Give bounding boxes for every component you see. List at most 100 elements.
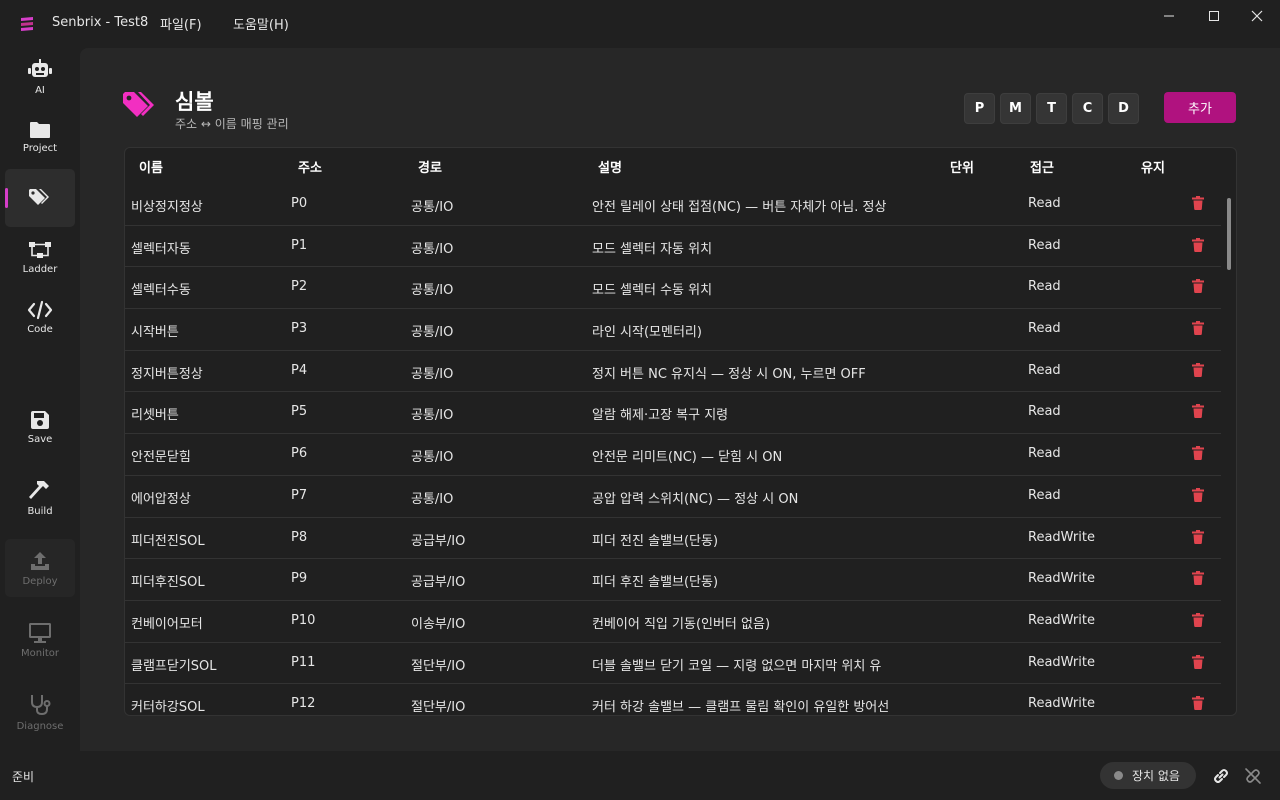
col-header-name[interactable]: 이름 [139,157,163,176]
filter-d-button[interactable]: D [1108,93,1139,124]
nav-monitor-label: Monitor [20,647,59,659]
delete-row-button[interactable] [1192,696,1206,712]
folder-icon [30,121,50,138]
delete-row-button[interactable] [1192,612,1206,629]
table-row[interactable]: 리셋버튼 P5 공통/IO 알람 해제·고장 복구 지령 Read [125,392,1221,435]
trash-icon [1192,279,1204,294]
nav-ai[interactable]: AI [5,48,75,106]
device-status-button[interactable]: 장치 없음 [1100,762,1196,789]
delete-row-button[interactable] [1192,321,1206,337]
menu-file[interactable]: 파일(F) [160,14,202,33]
nav-symbols[interactable] [5,169,75,227]
add-symbol-button[interactable]: 추가 [1164,92,1236,123]
col-header-access[interactable]: 접근 [1030,157,1054,176]
ladder-icon [29,241,51,258]
table-row[interactable]: 정지버튼정상 P4 공통/IO 정지 버튼 NC 유지식 — 정상 시 ON, 누르면… [125,351,1221,393]
symbol-description-cell: 공압 압력 스위치(NC) — 정상 시 ON [592,491,799,507]
symbol-access-cell: Read [1028,362,1061,378]
table-row[interactable]: 안전문닫힘 P6 공통/IO 안전문 리미트(NC) — 닫힘 시 ON Read [125,434,1221,476]
disconnect-button[interactable] [1243,766,1263,786]
delete-row-button[interactable] [1192,654,1206,671]
nav-ladder[interactable]: Ladder [5,228,75,286]
nav-project[interactable]: Project [5,108,75,166]
symbol-access-cell: Read [1028,279,1061,295]
device-status-dot [1114,771,1123,780]
filter-m-button[interactable]: M [1000,93,1031,124]
col-header-path[interactable]: 경로 [418,157,442,176]
delete-row-button[interactable] [1192,196,1206,212]
filter-t-button[interactable]: T [1036,93,1067,124]
stethoscope-icon [31,694,51,715]
table-row[interactable]: 비상정지정상 P0 공통/IO 안전 릴레이 상태 접점(NC) — 버튼 자체가 아… [125,184,1221,226]
trash-icon [1192,654,1204,669]
close-icon [1251,10,1263,22]
close-button[interactable] [1234,0,1280,32]
table-row[interactable]: 셀렉터수동 P2 공통/IO 모드 셀렉터 수동 위치 Read [125,267,1221,310]
connect-button[interactable] [1211,766,1231,786]
filter-c-button[interactable]: C [1072,93,1103,124]
nav-monitor[interactable]: Monitor [5,611,75,669]
tags-icon [123,92,154,117]
symbol-path-cell: 절단부/IO [411,658,466,674]
table-row[interactable]: 클램프닫기SOL P11 절단부/IO 더블 솔밸브 닫기 코일 — 지령 없으면 마… [125,643,1221,685]
delete-row-button[interactable] [1192,487,1206,504]
symbol-path-cell: 공통/IO [411,408,454,424]
col-header-unit[interactable]: 단위 [950,157,974,176]
delete-row-button[interactable] [1192,237,1206,254]
symbol-access-cell: Read [1028,196,1061,211]
symbol-address-cell: P6 [291,446,308,462]
table-row[interactable]: 피더후진SOL P9 공급부/IO 피더 후진 솔밸브(단동) ReadWrite [125,559,1221,601]
symbol-address-cell: P0 [291,196,308,211]
symbol-table: 이름 주소 경로 설명 단위 접근 유지 비상정지정상 P0 공통/IO 안전 릴레이… [124,147,1237,716]
table-row[interactable]: 시작버튼 P3 공통/IO 라인 시작(모멘터리) Read [125,309,1221,351]
delete-row-button[interactable] [1192,362,1206,379]
symbol-address-cell: P11 [291,654,316,670]
symbol-description-cell: 피더 후진 솔밸브(단동) [592,575,719,591]
nav-deploy[interactable]: Deploy [5,539,75,597]
symbol-name-cell: 비상정지정상 [131,200,203,215]
delete-row-button[interactable] [1192,446,1206,462]
robot-icon [28,58,52,77]
symbol-path-cell: 절단부/IO [411,700,466,716]
table-row[interactable]: 커터하강SOL P12 절단부/IO 커터 하강 솔밸브 — 클램프 물림 확인이 유… [125,684,1221,716]
table-row[interactable]: 에어압정상 P7 공통/IO 공압 압력 스위치(NC) — 정상 시 ON Read [125,476,1221,518]
page-title: 심볼 [175,90,214,114]
table-row[interactable]: 피더전진SOL P8 공급부/IO 피더 전진 솔밸브(단동) ReadWrite [125,518,1221,560]
menu-help[interactable]: 도움말(H) [233,14,289,33]
app-title: Senbrix - Test8 [52,15,149,30]
symbol-address-cell: P4 [291,362,308,378]
symbol-description-cell: 안전 릴레이 상태 접점(NC) — 버튼 자체가 아님. 정상 [592,200,887,215]
delete-row-button[interactable] [1192,404,1206,420]
monitor-icon [29,622,51,643]
delete-row-button[interactable] [1192,571,1206,587]
symbol-description-cell: 알람 해제·고장 복구 지령 [592,408,729,424]
filter-p-button[interactable]: P [964,93,995,124]
col-header-description[interactable]: 설명 [598,157,622,176]
nav-ai-label: AI [35,84,45,96]
nav-build-label: Build [27,505,53,517]
table-row[interactable]: 셀렉터자동 P1 공통/IO 모드 셀렉터 자동 위치 Read [125,226,1221,268]
trash-icon [1192,321,1204,336]
symbol-path-cell: 공급부/IO [411,533,466,549]
col-header-address[interactable]: 주소 [298,157,322,176]
symbol-name-cell: 정지버튼정상 [131,366,203,382]
symbol-description-cell: 컨베이어 직입 기동(인버터 없음) [592,616,771,632]
unlink-icon [1245,768,1261,784]
delete-row-button[interactable] [1192,529,1206,546]
symbol-description-cell: 안전문 리미트(NC) — 닫힘 시 ON [592,450,783,466]
symbol-description-cell: 라인 시작(모멘터리) [592,325,702,341]
nav-code[interactable]: Code [5,288,75,346]
table-row[interactable]: 컨베이어모터 P10 이송부/IO 컨베이어 직입 기동(인버터 없음) ReadWri… [125,601,1221,643]
nav-diagnose[interactable]: Diagnose [5,683,75,741]
maximize-button[interactable] [1191,0,1237,32]
symbol-access-cell: Read [1028,446,1061,462]
nav-build[interactable]: Build [5,468,75,526]
symbol-path-cell: 공통/IO [411,200,454,215]
nav-save[interactable]: Save [5,398,75,456]
minimize-button[interactable] [1146,0,1192,32]
symbol-name-cell: 리셋버튼 [131,408,179,424]
col-header-retain[interactable]: 유지 [1141,157,1165,176]
delete-row-button[interactable] [1192,279,1206,295]
symbol-address-cell: P5 [291,404,308,420]
table-scrollbar[interactable] [1227,198,1231,270]
